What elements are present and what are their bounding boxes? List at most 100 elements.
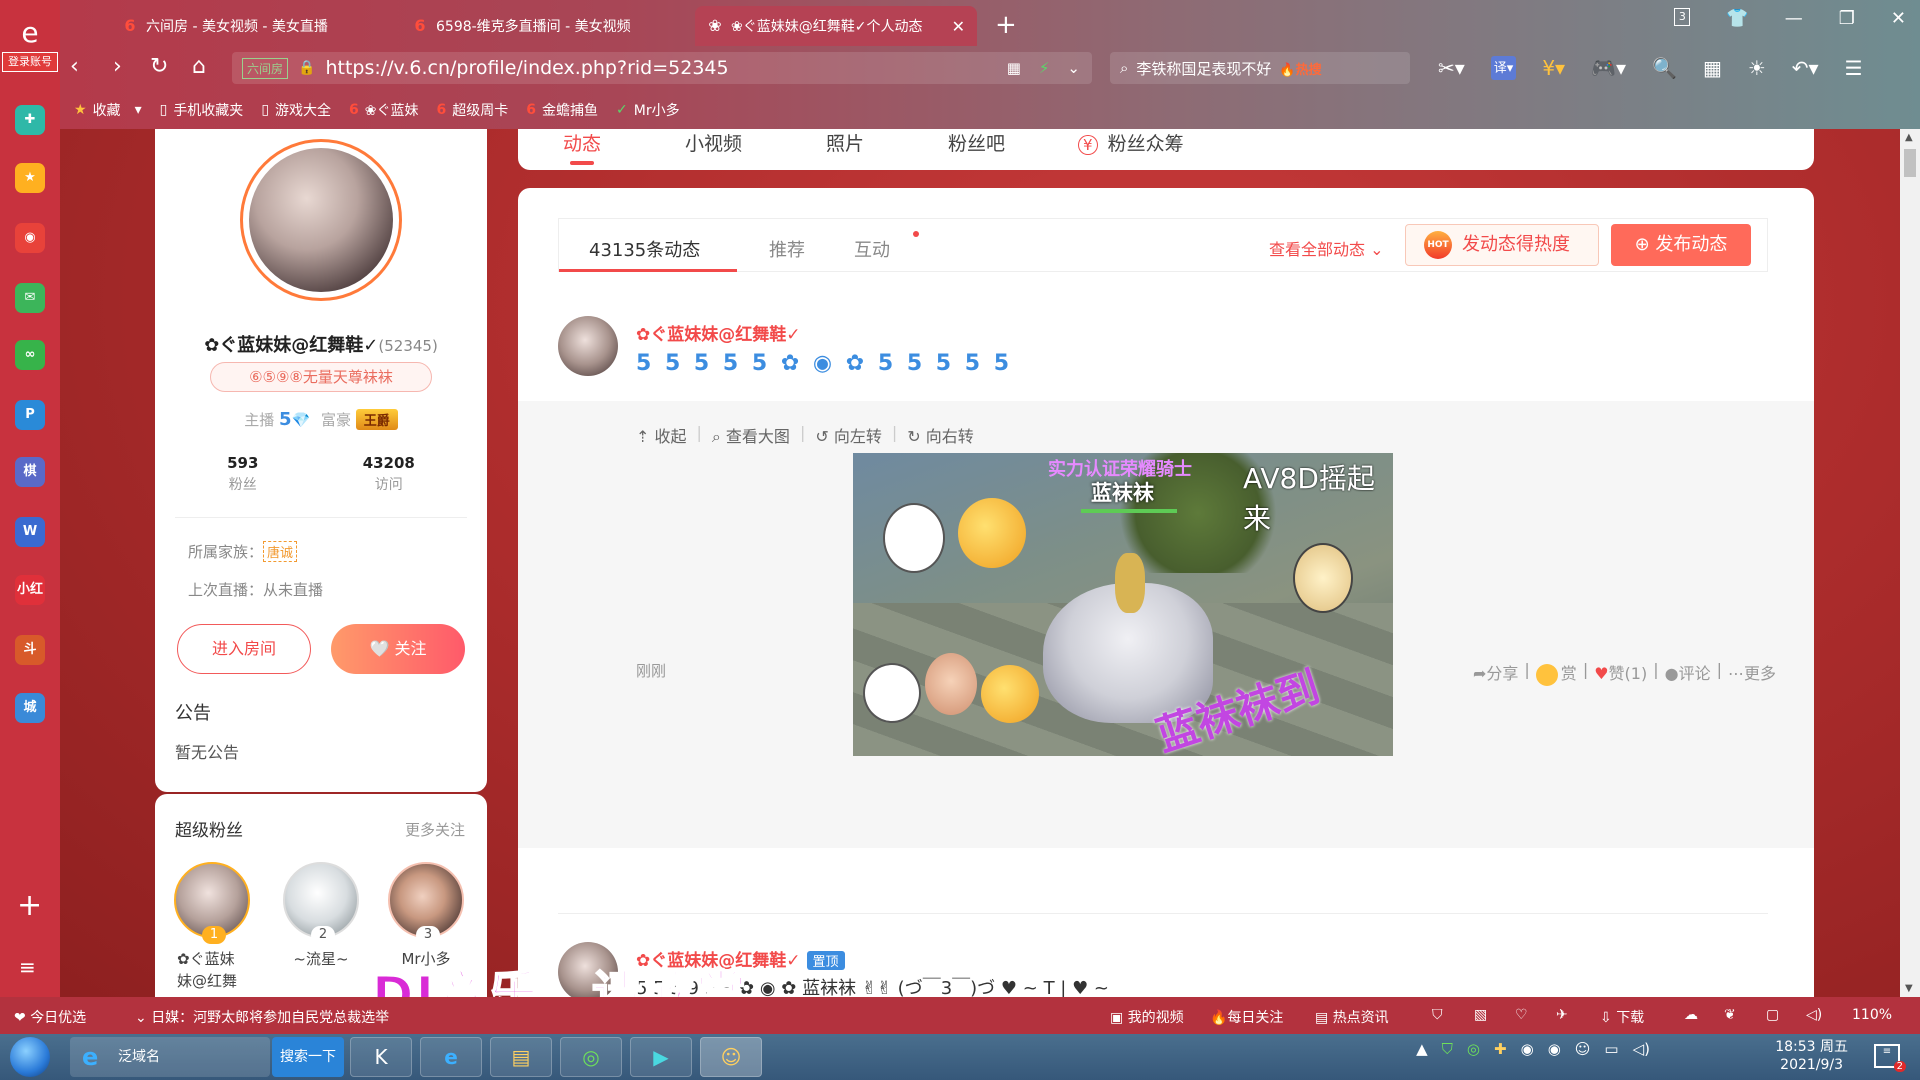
side-app-game-icon[interactable]: 斗 [15, 635, 45, 665]
tray-ball-icon[interactable]: ◉ [1548, 1040, 1561, 1058]
side-app-word-icon[interactable]: W [15, 517, 45, 547]
my-video-link[interactable]: ▣ 我的视频 [1110, 1007, 1184, 1027]
address-dropdown-icon[interactable]: ⌄ [1067, 59, 1080, 77]
tab-profile-active[interactable]: ❀ ❀ぐ蓝妹妹@红舞鞋✓个人动态 ✕ [695, 6, 977, 46]
fan-item[interactable]: 1 ✿ぐ蓝妹妹@红舞 [167, 862, 257, 992]
collapse-button[interactable]: ⇡ 收起 [636, 423, 687, 447]
vertical-scrollbar[interactable]: ▲ ▼ [1900, 129, 1920, 997]
side-menu-icon[interactable]: ≡ [19, 955, 36, 979]
forward-icon[interactable]: › [113, 56, 122, 78]
fans-stat[interactable]: 593 粉丝 [227, 454, 258, 504]
login-button[interactable]: 登录账号 [2, 52, 58, 72]
post-author-avatar[interactable] [558, 316, 618, 376]
tab-interact[interactable]: 互动 [854, 236, 890, 262]
today-picks[interactable]: ❤ 今日优选 [14, 1007, 86, 1027]
fan-item[interactable]: 2 ~流星~ [276, 862, 366, 970]
menu-icon[interactable]: ☰ [1845, 56, 1863, 80]
bookmark-mobile[interactable]: ▯ 手机收藏夹 [160, 100, 244, 120]
taskbar-app-k[interactable]: K [350, 1037, 412, 1077]
minimize-icon[interactable]: — [1785, 8, 1803, 29]
heart-outline-icon[interactable]: ♡ [1515, 1007, 1528, 1023]
bookmark-fishing[interactable]: 6 金蟾捕鱼 [526, 100, 598, 120]
more-follow-link[interactable]: 更多关注 [405, 819, 465, 840]
side-app-mail-icon[interactable]: ✉ [15, 283, 45, 313]
url-text[interactable]: https://v.6.cn/profile/index.php?rid=523… [325, 57, 728, 79]
tab-feed[interactable]: 动态 [563, 129, 601, 156]
news-ticker[interactable]: ⌄ 日媒：河野太郎将参加自民党总裁选举 [135, 1007, 389, 1027]
side-app-weibo-icon[interactable]: ◉ [15, 223, 45, 253]
tab-short-video[interactable]: 小视频 [685, 129, 742, 156]
tray-360-icon[interactable]: ◎ [1467, 1040, 1480, 1058]
bookmark-games[interactable]: ▯ 游戏大全 [261, 100, 331, 120]
more-button[interactable]: ⋯更多 [1728, 660, 1776, 686]
zoom-level[interactable]: 110% [1852, 1007, 1892, 1023]
qr-icon[interactable]: ▦ [1007, 59, 1021, 77]
close-tab-icon[interactable]: ✕ [952, 17, 965, 36]
side-app-favorite-icon[interactable]: ★ [15, 163, 45, 193]
tab-photos[interactable]: 照片 [826, 129, 864, 156]
family-tag[interactable]: 唐诚 [263, 541, 298, 562]
taskbar-clock[interactable]: 18:53 周五 2021/9/3 [1775, 1038, 1848, 1074]
tab-liujianfang[interactable]: 6 六间房 - 美女视频 - 美女直播 [110, 6, 400, 46]
side-app-xiaohong-icon[interactable]: 小红 [15, 575, 45, 605]
scroll-up-icon[interactable]: ▲ [1905, 132, 1913, 143]
tray-qq-icon[interactable]: ☺ [1575, 1040, 1591, 1058]
start-button[interactable] [10, 1037, 50, 1077]
grid-icon[interactable]: ▦ [1703, 56, 1722, 80]
bookmark-favorites[interactable]: ★ 收藏 ▾ [74, 100, 142, 120]
taskbar-app-active[interactable]: ☺ [700, 1037, 762, 1077]
like-button[interactable]: ♥赞(1) [1594, 660, 1647, 686]
tray-shield-icon[interactable]: ⛉ [1442, 1040, 1453, 1058]
post-author-name[interactable]: ✿ぐ蓝妹妹@红舞鞋✓ [636, 320, 801, 345]
tray-plus-icon[interactable]: ✚ [1494, 1040, 1507, 1058]
tab-recommend[interactable]: 推荐 [769, 236, 805, 262]
bookmark-profile[interactable]: 6 ❀ぐ蓝妹 [349, 100, 418, 120]
view-all-posts-dropdown[interactable]: 查看全部动态 ⌄ [1269, 236, 1384, 260]
taskbar-app-ie[interactable]: e [420, 1037, 482, 1077]
scrollbar-thumb[interactable] [1904, 149, 1916, 177]
view-large-button[interactable]: ⌕ 查看大图 [712, 423, 790, 447]
bookmark-mrxiaoduo[interactable]: ✓ Mr小多 [616, 100, 680, 120]
post-for-heat-button[interactable]: HOT 发动态得热度 [1405, 224, 1599, 266]
tab-6598[interactable]: 6 6598-维克多直播间 - 美女视频 [400, 6, 690, 46]
home-icon[interactable]: ⌂ [192, 56, 206, 78]
reload-icon[interactable]: ↻ [150, 56, 168, 78]
search-box[interactable]: ⌕ 李铁称国足表现不好 🔥热搜 [1110, 52, 1410, 84]
tab-all-posts[interactable]: 43135条动态 [589, 236, 700, 262]
gamepad-icon[interactable]: 🎮▾ [1591, 56, 1626, 80]
bookmark-weekcard[interactable]: 6 超级周卡 [437, 100, 509, 120]
skin-icon[interactable]: 👕 [1726, 8, 1748, 29]
tab-crowdfund[interactable]: ¥ 粉丝众筹 [1078, 129, 1184, 156]
side-app-city-icon[interactable]: 城 [15, 693, 45, 723]
taskbar-app-player[interactable]: ▶ [630, 1037, 692, 1077]
taskbar-search-button[interactable]: 搜索一下 [272, 1037, 344, 1077]
comment-button[interactable]: ●评论 [1665, 660, 1711, 686]
address-bar[interactable]: 六间房 🔒 https://v.6.cn/profile/index.php?r… [232, 52, 1092, 84]
rotate-left-button[interactable]: ↺ 向左转 [815, 423, 882, 447]
taskbar-app-360[interactable]: ◎ [560, 1037, 622, 1077]
volume-icon[interactable]: ◁) [1806, 1007, 1822, 1023]
taskbar-app-explorer[interactable]: ▤ [490, 1037, 552, 1077]
new-tab-button[interactable]: + [995, 10, 1017, 40]
tray-expand-icon[interactable]: ▲ [1416, 1040, 1428, 1058]
restore-icon[interactable]: ❐ [1839, 8, 1855, 29]
leaf-icon[interactable]: ❦ [1724, 1007, 1736, 1023]
brightness-icon[interactable]: ☀ [1748, 56, 1766, 80]
close-window-icon[interactable]: ✕ [1891, 8, 1906, 29]
rotate-right-button[interactable]: ↻ 向右转 [907, 423, 974, 447]
fan-item[interactable]: 3 Mr小多 [381, 862, 471, 970]
translate-icon[interactable]: 译▾ [1490, 56, 1517, 80]
profile-avatar[interactable] [240, 139, 402, 301]
window-icon[interactable]: ▢ [1766, 1007, 1779, 1023]
undo-icon[interactable]: ↶▾ [1792, 56, 1819, 80]
browser-logo-icon[interactable]: e [6, 18, 54, 48]
rocket-icon[interactable]: ✈ [1556, 1007, 1568, 1023]
post-image[interactable]: 实力认证荣耀骑士 蓝袜袜 AV8D摇起来 蓝袜袜到 [853, 453, 1393, 756]
tray-network-icon[interactable]: ▭ [1604, 1040, 1618, 1058]
download-link[interactable]: ⇩ 下载 [1600, 1007, 1644, 1027]
side-app-loop-icon[interactable]: ∞ [15, 340, 45, 370]
cut-icon[interactable]: ✂▾ [1438, 56, 1465, 80]
speed-icon[interactable]: ⚡ [1039, 59, 1050, 77]
scroll-down-icon[interactable]: ▼ [1905, 983, 1913, 994]
taskbar-ie-search[interactable]: e 泛域名 [70, 1037, 270, 1077]
